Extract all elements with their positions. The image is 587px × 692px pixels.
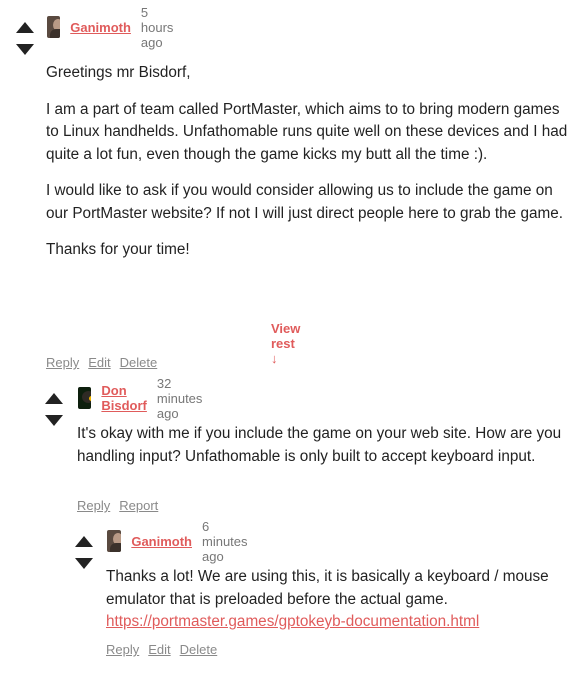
delete-link[interactable]: Delete <box>180 642 218 657</box>
comment-paragraph: Thanks for your time! <box>46 241 190 258</box>
comment-actions: Reply Edit Delete <box>46 355 166 370</box>
reply-link[interactable]: Reply <box>46 355 79 370</box>
comment-paragraph: It's okay with me if you include the gam… <box>77 425 562 465</box>
comment-body: Greetings mr Bisdorf, I am a part of tea… <box>46 62 571 276</box>
comment-paragraph: Thanks a lot! We are using this, it is b… <box>106 566 568 634</box>
edit-link[interactable]: Edit <box>148 642 170 657</box>
comment-header: Don Bisdorf 32 minutes ago <box>78 376 211 421</box>
reply-link[interactable]: Reply <box>77 498 110 513</box>
comment-actions: Reply Edit Delete <box>106 642 226 657</box>
timestamp: 5 hours ago <box>140 4 174 50</box>
comment-header: Ganimoth 6 minutes ago <box>107 519 255 564</box>
upvote-arrow-icon[interactable] <box>16 22 34 33</box>
comment-paragraph: I am a part of team called PortMaster, w… <box>46 100 568 163</box>
vote-controls <box>73 536 95 570</box>
vote-controls <box>43 393 65 427</box>
avatar[interactable] <box>47 16 61 38</box>
downvote-arrow-icon[interactable] <box>16 44 34 55</box>
comment-actions: Reply Report <box>77 498 167 513</box>
downvote-arrow-icon[interactable] <box>45 415 63 426</box>
comment-paragraph: Greetings mr Bisdorf, <box>46 64 191 81</box>
comment-body: It's okay with me if you include the gam… <box>77 423 562 482</box>
avatar[interactable] <box>78 387 92 409</box>
view-rest-link[interactable]: View rest ↓ <box>271 321 300 366</box>
username-link[interactable]: Don Bisdorf <box>101 383 147 413</box>
upvote-arrow-icon[interactable] <box>45 393 63 404</box>
reply-link[interactable]: Reply <box>106 642 139 657</box>
downvote-arrow-icon[interactable] <box>75 558 93 569</box>
documentation-link[interactable]: https://portmaster.games/gptokeyb-docume… <box>106 613 479 630</box>
report-link[interactable]: Report <box>119 498 158 513</box>
username-link[interactable]: Ganimoth <box>131 534 192 549</box>
avatar[interactable] <box>107 530 122 552</box>
comment-header: Ganimoth 5 hours ago <box>47 5 182 50</box>
vote-controls <box>14 22 36 56</box>
timestamp: 32 minutes ago <box>156 375 203 421</box>
comment-text: Thanks a lot! We are using this, it is b… <box>106 568 549 608</box>
comment-paragraph: I would like to ask if you would conside… <box>46 182 563 222</box>
timestamp: 6 minutes ago <box>202 518 248 564</box>
username-link[interactable]: Ganimoth <box>70 20 131 35</box>
comment-body: Thanks a lot! We are using this, it is b… <box>106 566 568 648</box>
edit-link[interactable]: Edit <box>88 355 110 370</box>
upvote-arrow-icon[interactable] <box>75 536 93 547</box>
delete-link[interactable]: Delete <box>120 355 158 370</box>
